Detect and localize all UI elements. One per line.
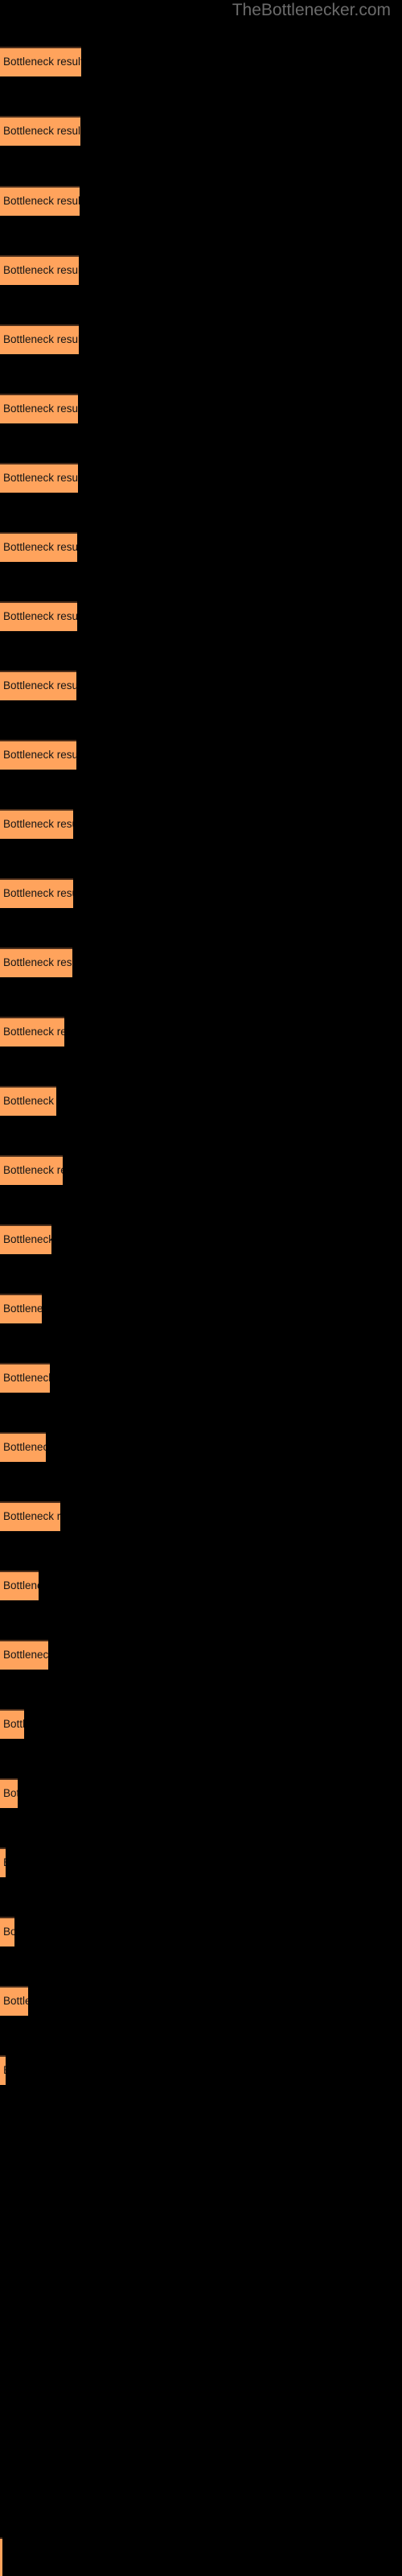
bottleneck-bar-25[interactable]: Bottleneck result (0, 1709, 24, 1739)
bar-clip: Bottleneck result (0, 947, 72, 977)
bar-clip: Bottleneck result (0, 1432, 46, 1462)
bar-clip: Bottleneck result (0, 1640, 48, 1670)
bar-rect[interactable] (0, 671, 76, 700)
bottleneck-bar-21[interactable]: Bottleneck result (0, 1432, 46, 1462)
bottleneck-bar-12[interactable]: Bottleneck result (0, 809, 73, 839)
bottleneck-bar-15[interactable]: Bottleneck result (0, 1017, 64, 1046)
bar-rect[interactable] (0, 1086, 56, 1116)
bar-clip: Bottleneck result (0, 601, 77, 631)
bar-clip: Bottleneck result (0, 1986, 28, 2016)
bottleneck-bar-14[interactable]: Bottleneck result (0, 947, 72, 977)
bar-rect[interactable] (0, 2055, 6, 2085)
bar-clip: Bottleneck result (0, 740, 76, 770)
bottleneck-bar-2[interactable]: Bottleneck result (0, 116, 80, 146)
bar-clip: Bottleneck result (0, 394, 78, 423)
bar-clip: Bottleneck result (0, 1709, 24, 1739)
bottleneck-bar-8[interactable]: Bottleneck result (0, 532, 77, 562)
bottleneck-bar-13[interactable]: Bottleneck result (0, 878, 73, 908)
bar-rect[interactable] (0, 809, 73, 839)
bar-clip: Bottleneck result (0, 1501, 60, 1531)
bar-clip: Bottleneck result (0, 463, 78, 493)
bar-clip: Bottleneck result (0, 47, 81, 76)
bar-rect[interactable] (0, 47, 81, 76)
bar-rect[interactable] (0, 601, 77, 631)
bottleneck-chart-page: TheBottlenecker.com Bottleneck result Bot… (0, 0, 402, 2576)
bar-clip: Bottleneck result (0, 1224, 51, 1254)
bar-rect[interactable] (0, 1847, 6, 1877)
bar-clip: Bottleneck result (0, 255, 79, 285)
bottleneck-bar-29[interactable]: Bottleneck result (0, 1986, 28, 2016)
bar-rect[interactable] (0, 1155, 63, 1185)
bar-rect[interactable] (0, 1571, 39, 1600)
bar-rect[interactable] (0, 1294, 42, 1323)
bottleneck-bar-16[interactable]: Bottleneck result (0, 1086, 56, 1116)
bar-clip: Bottleneck result (0, 1917, 14, 1946)
bar-rect[interactable] (0, 1986, 28, 2016)
bottleneck-bar-19[interactable]: Bottleneck result (0, 1294, 42, 1323)
bar-rect[interactable] (0, 1917, 14, 1946)
bottleneck-bar-1[interactable]: Bottleneck result (0, 47, 81, 76)
bar-rect[interactable] (0, 324, 79, 354)
bar-rect[interactable] (0, 740, 76, 770)
bar-rect[interactable] (0, 1640, 48, 1670)
bar-rect[interactable] (0, 1778, 18, 1808)
bottleneck-bar-11[interactable]: Bottleneck result (0, 740, 76, 770)
bar-rect[interactable] (0, 463, 78, 493)
bar-rect[interactable] (0, 186, 80, 216)
bar-series-container: Bottleneck result Bottleneck result Bottle… (0, 0, 402, 2576)
bottleneck-bar-20[interactable]: Bottleneck result (0, 1363, 50, 1393)
bar-clip: Bottleneck result (0, 1571, 39, 1600)
bottleneck-bar-18[interactable]: Bottleneck result (0, 1224, 51, 1254)
bar-clip: Bottleneck result (0, 1778, 18, 1808)
bar-clip: Bottleneck result (0, 324, 79, 354)
bar-clip: Bottleneck result (0, 2055, 6, 2085)
bar-clip: Bottleneck result (0, 532, 77, 562)
bar-rect[interactable] (0, 532, 77, 562)
bar-rect[interactable] (0, 255, 79, 285)
bottleneck-bar-7[interactable]: Bottleneck result (0, 463, 78, 493)
bar-rect[interactable] (0, 116, 80, 146)
bottleneck-bar-23[interactable]: Bottleneck result (0, 1571, 39, 1600)
bottleneck-bar-3[interactable]: Bottleneck result (0, 186, 80, 216)
bottleneck-bar-30[interactable]: Bottleneck result (0, 2055, 6, 2085)
bottleneck-bar-6[interactable]: Bottleneck result (0, 394, 78, 423)
bottleneck-bar-10[interactable]: Bottleneck result (0, 671, 76, 700)
bar-rect[interactable] (0, 1501, 60, 1531)
bar-clip: Bottleneck result (0, 1847, 6, 1877)
bar-clip: Bottleneck result (0, 809, 73, 839)
bar-rect[interactable] (0, 1017, 64, 1046)
bar-clip: Bottleneck result (0, 878, 73, 908)
bar-clip: Bottleneck result (0, 1017, 64, 1046)
bottleneck-bar-5[interactable]: Bottleneck result (0, 324, 79, 354)
bar-clip: Bottleneck result (0, 671, 76, 700)
bar-clip: Bottleneck result (0, 1294, 42, 1323)
bar-rect[interactable] (0, 1224, 51, 1254)
bottleneck-bar-27[interactable]: Bottleneck result (0, 1847, 6, 1877)
bar-rect[interactable] (0, 394, 78, 423)
bar-rect[interactable] (0, 878, 73, 908)
bar-rect[interactable] (0, 1363, 50, 1393)
bottleneck-bar-26[interactable]: Bottleneck result (0, 1778, 18, 1808)
bottleneck-bar-17[interactable]: Bottleneck result (0, 1155, 63, 1185)
bar-rect[interactable] (0, 1432, 46, 1462)
bar-rect[interactable] (0, 1709, 24, 1739)
bar-clip: Bottleneck result (0, 116, 80, 146)
bottleneck-bar-9[interactable]: Bottleneck result (0, 601, 77, 631)
bar-clip: Bottleneck result (0, 186, 80, 216)
bottleneck-bar-sliver[interactable] (0, 2537, 2, 2576)
bar-clip: Bottleneck result (0, 1086, 56, 1116)
bottleneck-bar-28[interactable]: Bottleneck result (0, 1917, 14, 1946)
bottleneck-bar-22[interactable]: Bottleneck result (0, 1501, 60, 1531)
bottleneck-bar-24[interactable]: Bottleneck result (0, 1640, 48, 1670)
bar-clip: Bottleneck result (0, 1155, 63, 1185)
bar-rect[interactable] (0, 947, 72, 977)
bottleneck-bar-4[interactable]: Bottleneck result (0, 255, 79, 285)
bar-clip: Bottleneck result (0, 1363, 50, 1393)
